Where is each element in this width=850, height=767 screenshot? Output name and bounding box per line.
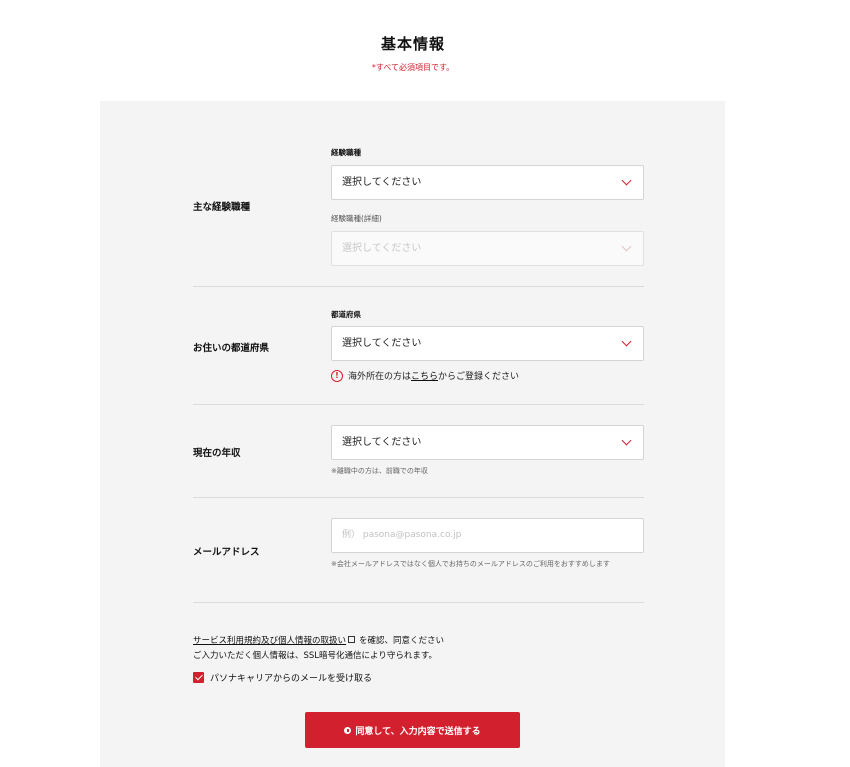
opt-in-label: パソナキャリアからのメールを受け取る: [210, 674, 373, 684]
prefecture-label: お住いの都道府県: [193, 343, 270, 354]
prefecture-sub-label: 都道府県: [331, 310, 361, 319]
experience-category-label: 経験職種: [331, 148, 361, 157]
required-note: *すべて必須項目です。: [371, 63, 455, 72]
income-value: 選択してください: [342, 437, 422, 448]
ssl-note: ご入力いただく個人情報は、SSL暗号化通信により守られます。: [193, 651, 438, 661]
email-row: メールアドレス 例） pasona@pasona.co.jp ※会社メールアドレ…: [193, 498, 644, 603]
email-label: メールアドレス: [193, 547, 260, 558]
experience-category-select[interactable]: 選択してください: [331, 165, 644, 200]
overseas-notice: ! 海外所在の方は こちら からご登録ください: [331, 369, 519, 382]
income-label: 現在の年収: [193, 448, 241, 459]
email-input[interactable]: 例） pasona@pasona.co.jp: [331, 518, 644, 553]
terms-after-link: を確認、同意ください: [359, 636, 445, 646]
prefecture-select[interactable]: 選択してください: [331, 326, 644, 361]
prefecture-value: 選択してください: [342, 338, 422, 349]
page-title: 基本情報: [380, 35, 445, 53]
form-panel: 主な経験職種 経験職種 選択してください 経験職種(詳細) 選択してください お…: [100, 101, 725, 767]
chevron-down-icon: [621, 175, 632, 186]
terms-link[interactable]: サービス利用規約及び個人情報の取扱い: [193, 636, 346, 646]
income-select[interactable]: 選択してください: [331, 425, 644, 460]
experience-row: 主な経験職種 経験職種 選択してください 経験職種(詳細) 選択してください: [193, 101, 644, 287]
terms-block: サービス利用規約及び個人情報の取扱い を確認、同意ください ご入力いただく個人情報…: [193, 634, 444, 664]
experience-category-value: 選択してください: [342, 177, 422, 188]
experience-detail-value: 選択してください: [342, 243, 422, 254]
opt-in-row[interactable]: パソナキャリアからのメールを受け取る: [193, 671, 372, 684]
info-icon: [344, 726, 352, 734]
notice-text-after: からご登録ください: [438, 372, 520, 382]
notice-text-before: 海外所在の方は: [348, 372, 412, 382]
email-placeholder: 例） pasona@pasona.co.jp: [342, 530, 462, 540]
external-link-icon: [348, 636, 356, 643]
prefecture-row: お住いの都道府県 都道府県 選択してください ! 海外所在の方は こちら からご…: [193, 287, 644, 405]
alert-icon: !: [331, 369, 343, 382]
opt-in-checkbox[interactable]: [193, 672, 204, 683]
experience-detail-select[interactable]: 選択してください: [331, 231, 644, 266]
chevron-down-icon: [621, 435, 632, 446]
income-hint: ※離職中の方は、前職での年収: [331, 467, 428, 475]
income-row: 現在の年収 選択してください ※離職中の方は、前職での年収: [193, 405, 644, 498]
overseas-registration-link[interactable]: こちら: [411, 369, 438, 382]
chevron-down-icon: [621, 336, 632, 347]
chevron-down-icon: [621, 241, 632, 252]
email-hint: ※会社メールアドレスではなく個人でお持ちのメールアドレスのご利用をおすすめします: [331, 560, 610, 568]
submit-button[interactable]: 同意して、入力内容で送信する: [305, 712, 520, 748]
submit-label: 同意して、入力内容で送信する: [355, 726, 481, 737]
experience-label: 主な経験職種: [193, 202, 251, 213]
experience-detail-label: 経験職種(詳細): [331, 214, 382, 223]
